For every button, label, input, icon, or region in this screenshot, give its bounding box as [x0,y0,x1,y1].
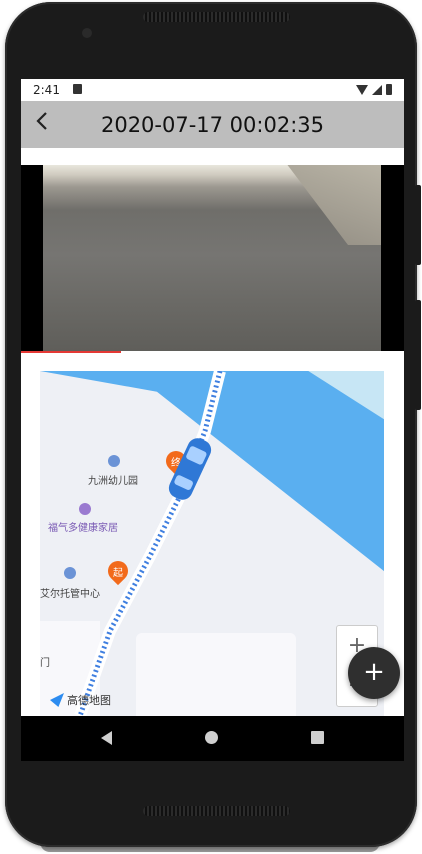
add-button[interactable]: + [348,647,400,699]
video-progress-fill [21,351,121,353]
poi-label: 九洲幼儿园 [88,476,138,487]
power-button [415,185,421,265]
page-title: 2020-07-17 00:02:35 [100,113,325,137]
volume-button [415,300,421,410]
map-view[interactable]: 九洲幼儿园 福气多健康家居 艾尔托管中心 门 终 起 + − 高德地图 [40,371,384,716]
notification-icon [73,84,82,94]
wifi-icon [356,84,368,95]
video-wall-detail [287,165,381,245]
top-speaker [143,12,290,22]
poi-marker [64,567,76,579]
nav-back-icon[interactable] [101,731,112,745]
nav-home-icon[interactable] [205,731,218,744]
video-frame [43,165,381,351]
status-icons [356,84,392,95]
car-icon [168,438,212,500]
poi-label: 门 [40,658,50,669]
poi-label: 福气多健康家居 [48,523,118,534]
poi-label: 艾尔托管中心 [40,589,100,600]
front-camera [82,28,92,38]
route-line [74,371,226,716]
cell-signal-icon [372,84,382,95]
map-provider-label: 高德地图 [67,694,111,707]
video-progress-bar[interactable] [21,351,404,353]
status-bar: 2:41 [21,79,404,101]
poi-marker [108,455,120,467]
nav-recents-icon[interactable] [311,731,324,744]
poi-marker [79,503,91,515]
bottom-speaker [143,806,290,816]
battery-icon [386,84,392,95]
device-screen: 2:41 2020-07-17 00:02:35 九洲幼儿园 福气多健康家居 艾… [21,79,404,761]
map-provider-logo: 高德地图 [50,692,111,708]
start-pin-letter: 起 [113,568,123,579]
video-player[interactable] [21,165,404,351]
app-header: 2020-07-17 00:02:35 [21,101,404,148]
amap-logo-icon [50,693,64,707]
status-time: 2:41 [33,83,60,97]
system-nav-bar [21,716,404,761]
